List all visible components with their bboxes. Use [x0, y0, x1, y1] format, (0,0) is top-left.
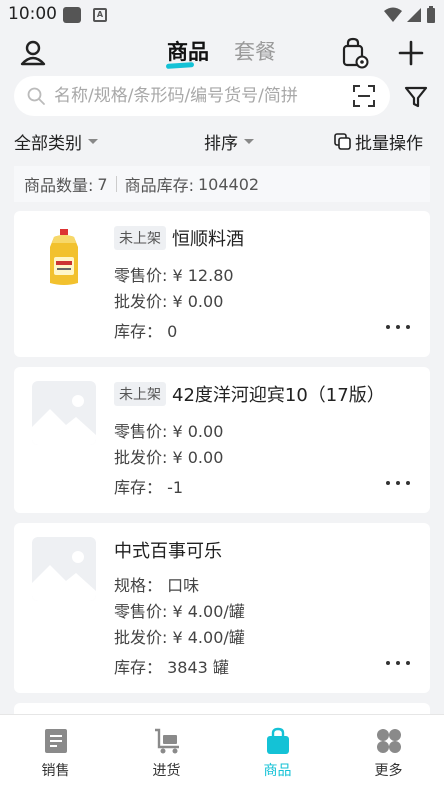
status-time: 10:00 [8, 4, 57, 24]
bag-settings-icon[interactable] [340, 37, 370, 69]
product-image [32, 225, 96, 289]
more-options-icon[interactable] [386, 658, 410, 668]
wholesale-price: 批发价: ¥ 4.00/罐 [114, 628, 245, 647]
tab-label: 销售 [41, 763, 70, 779]
stock: 库存： 0 [114, 322, 178, 341]
stock-value: 104402 [198, 174, 260, 194]
wholesale-price: 批发价: ¥ 0.00 [114, 448, 224, 467]
sort-dropdown[interactable]: 排序 [204, 129, 254, 154]
signal-icon [407, 8, 421, 22]
status-bar: 10:00 A [0, 0, 444, 30]
image-placeholder-icon [32, 381, 96, 445]
plus-icon[interactable] [396, 38, 426, 68]
category-dropdown[interactable]: 全部类别 [14, 129, 98, 154]
battery-icon [427, 6, 435, 23]
notification-icon [63, 7, 81, 23]
wifi-icon [384, 7, 402, 22]
keyboard-a-icon: A [93, 8, 107, 22]
tab-package[interactable]: 套餐 [234, 36, 276, 66]
status-badge: 未上架 [114, 382, 166, 406]
stock: 库存： -1 [114, 478, 184, 497]
sales-icon [45, 729, 67, 753]
tab-label: 更多 [374, 763, 403, 779]
status-indicators [384, 6, 436, 24]
purchase-cart-icon [155, 728, 179, 754]
image-placeholder-icon [32, 537, 96, 601]
product-card[interactable]: 未上架 42度洋河迎宾10（17版） 零售价: ¥ 0.00 批发价: ¥ 0.… [14, 367, 430, 513]
chevron-down-icon [88, 139, 98, 144]
header: 商品 套餐 [0, 30, 444, 76]
count-label: 商品数量: [24, 176, 94, 195]
category-label: 全部类别 [14, 134, 82, 154]
filter-icon[interactable] [404, 85, 428, 109]
status-badge: 未上架 [114, 226, 166, 250]
search-input[interactable] [54, 82, 334, 110]
retail-price: 零售价: ¥ 0.00 [114, 422, 224, 441]
product-name: 恒顺料酒 [172, 229, 244, 250]
tab-purchase[interactable]: 进货 [111, 715, 222, 789]
batch-operation-button[interactable]: 批量操作 [334, 129, 423, 154]
search-icon [27, 87, 45, 105]
wholesale-price: 批发价: ¥ 0.00 [114, 292, 224, 311]
product-name: 42度洋河迎宾10（17版） [172, 385, 385, 406]
copy-icon [334, 132, 351, 150]
tab-sales[interactable]: 销售 [0, 715, 111, 789]
batch-label: 批量操作 [355, 134, 423, 154]
product-card[interactable]: 中式百事可乐 规格： 口味 零售价: ¥ 4.00/罐 批发价: ¥ 4.00/… [14, 523, 430, 693]
chevron-down-icon [244, 139, 254, 144]
product-name: 中式百事可乐 [114, 541, 222, 562]
retail-price: 零售价: ¥ 12.80 [114, 266, 234, 285]
product-title-row: 未上架 42度洋河迎宾10（17版） [114, 381, 385, 407]
count-value: 7 [97, 174, 108, 194]
divider [115, 176, 117, 192]
retail-price: 零售价: ¥ 4.00/罐 [114, 602, 245, 621]
bottom-tab-bar: 销售 进货 商品 更多 [0, 714, 444, 789]
tab-label: 进货 [152, 763, 181, 779]
summary-bar: 商品数量: 7 商品库存: 104402 [14, 166, 430, 202]
toolbar: 全部类别 排序 批量操作 [0, 126, 444, 156]
product-card[interactable]: 未上架 恒顺料酒 零售价: ¥ 12.80 批发价: ¥ 0.00 库存： 0 [14, 211, 430, 357]
search-row [0, 76, 444, 118]
more-options-icon[interactable] [386, 478, 410, 488]
search-box[interactable] [14, 76, 390, 116]
tab-goods[interactable]: 商品 [222, 715, 333, 789]
spec: 规格： 口味 [114, 576, 200, 595]
product-title-row: 未上架 恒顺料酒 [114, 225, 244, 251]
tab-label: 商品 [263, 763, 292, 779]
scan-icon[interactable] [352, 84, 376, 108]
more-options-icon[interactable] [386, 322, 410, 332]
stock: 库存： 3843 罐 [114, 658, 229, 677]
sort-label: 排序 [204, 134, 238, 154]
goods-bag-icon [267, 727, 289, 754]
tab-more[interactable]: 更多 [333, 715, 444, 789]
user-icon[interactable] [18, 38, 48, 68]
more-clover-icon [377, 729, 401, 753]
tab-active-indicator [165, 62, 195, 69]
stock-label: 商品库存: [124, 176, 194, 195]
product-title-row: 中式百事可乐 [114, 537, 222, 563]
